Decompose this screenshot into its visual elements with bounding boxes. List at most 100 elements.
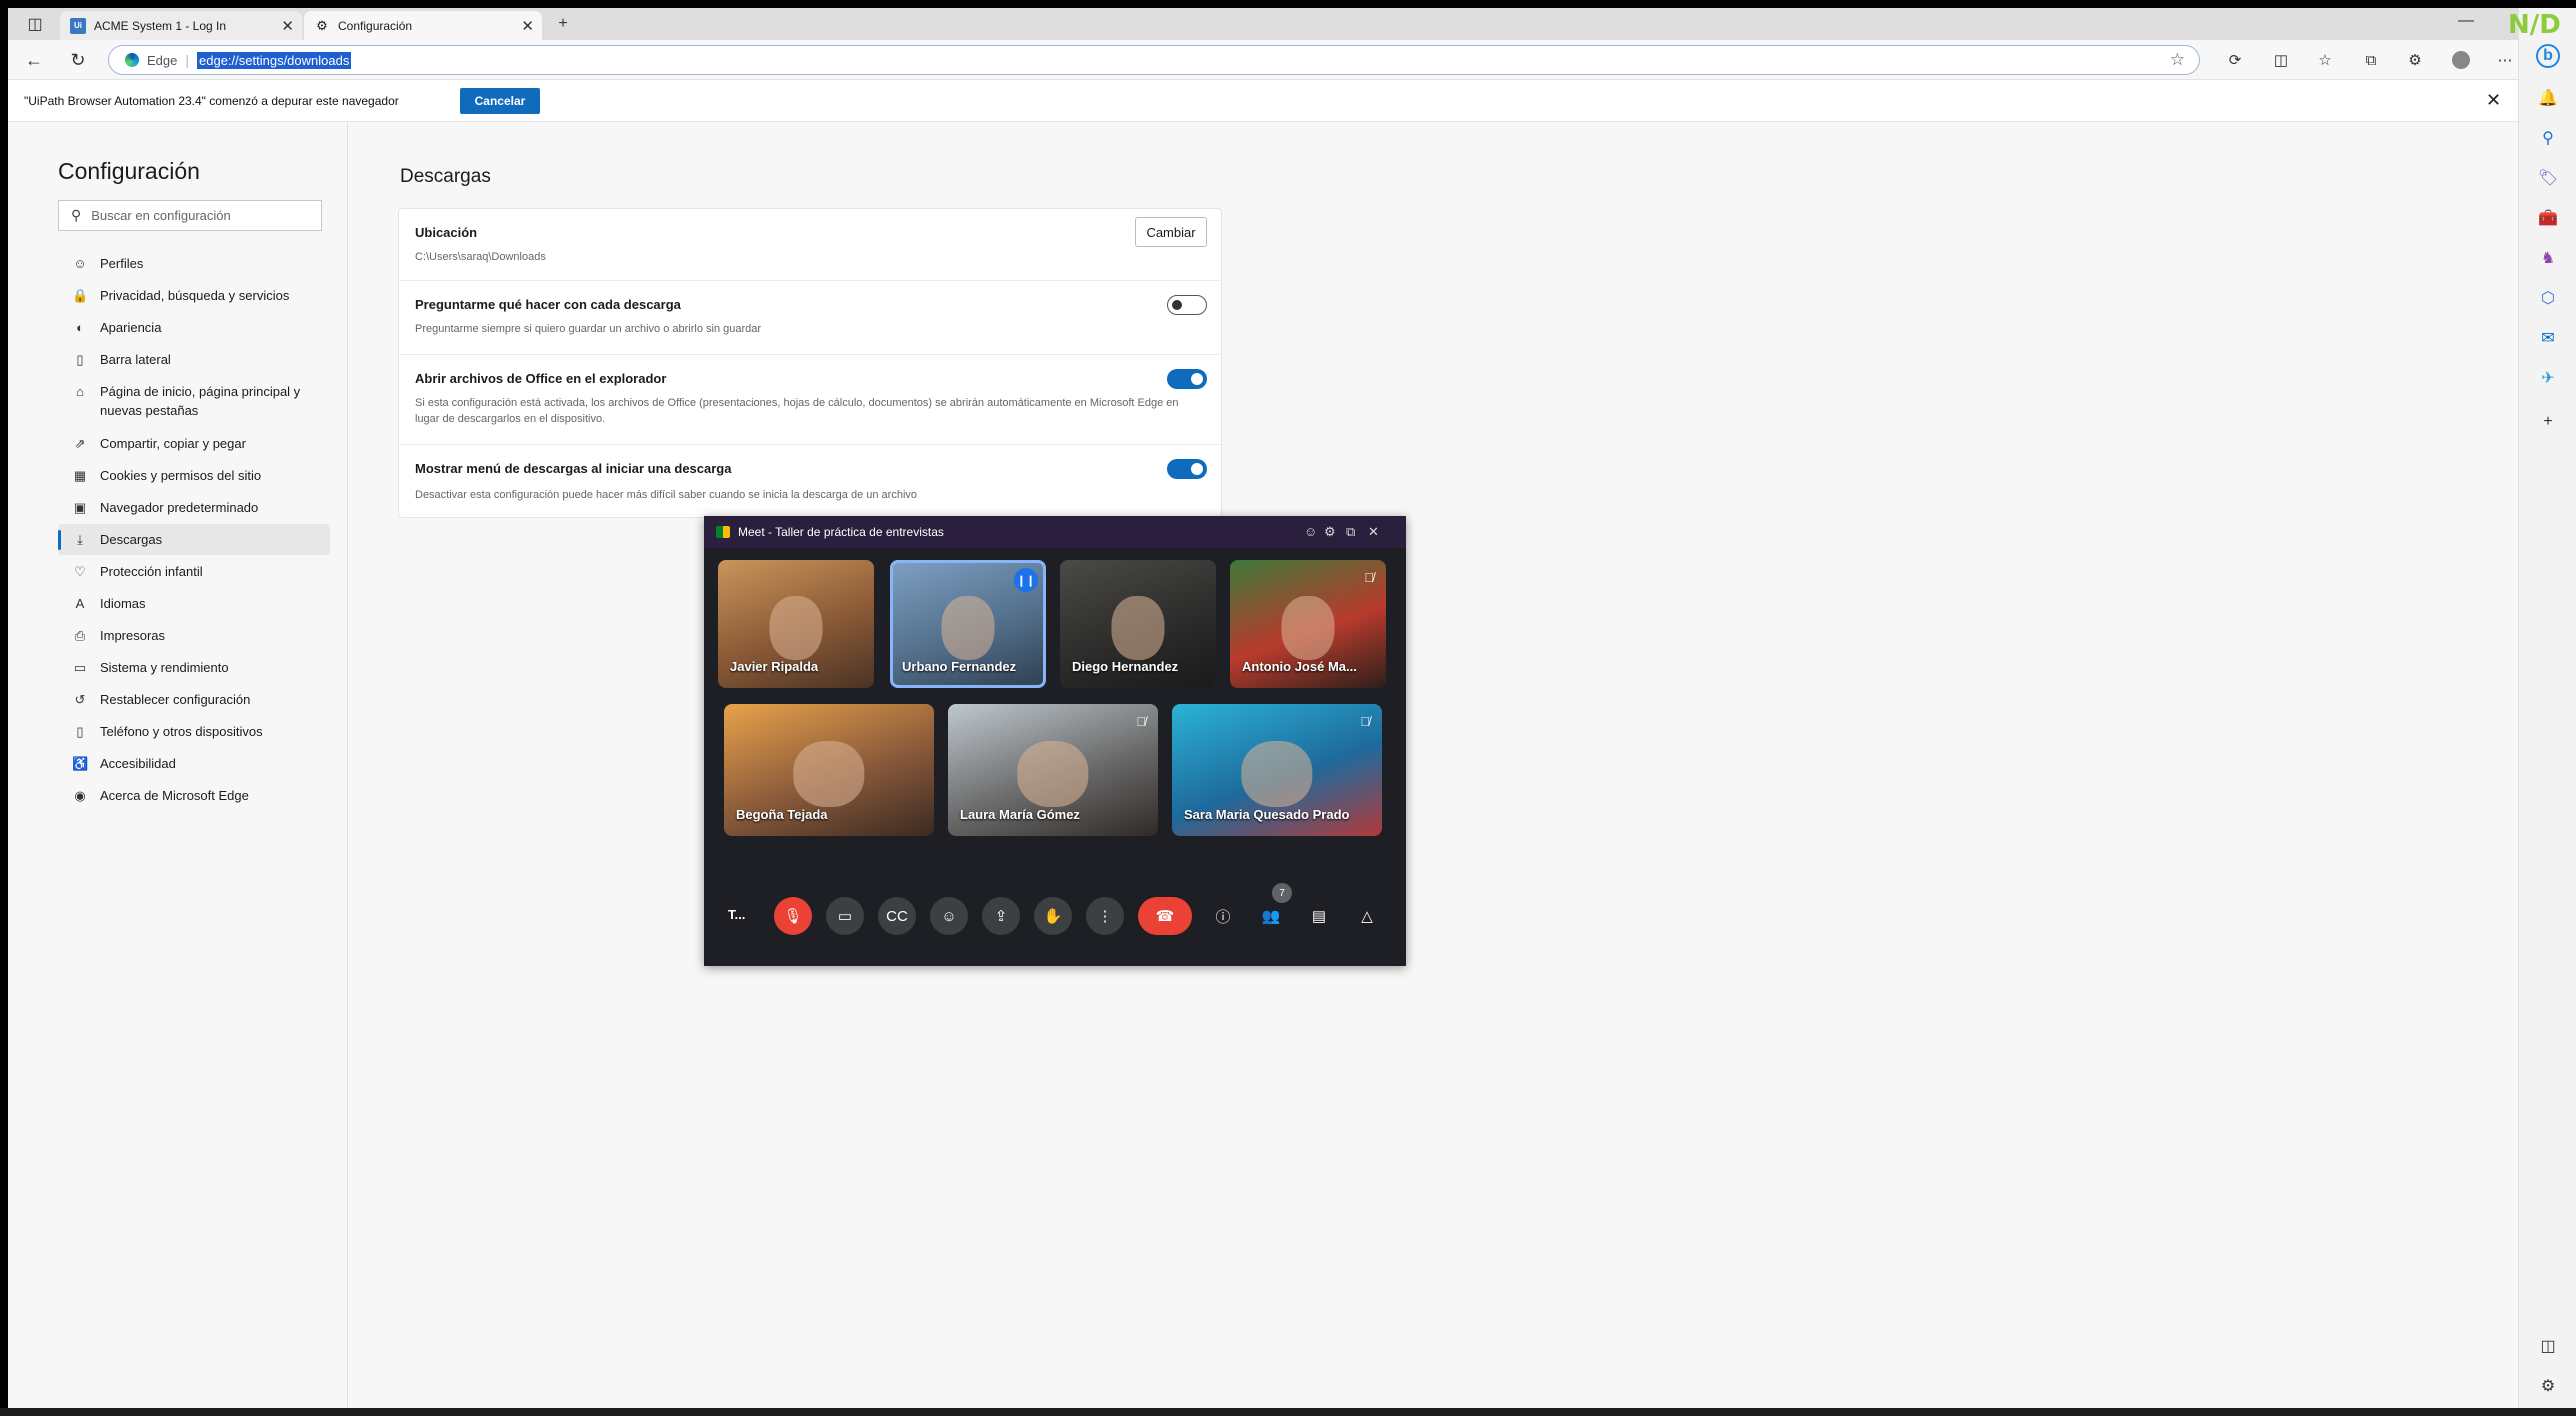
ask-download-toggle[interactable] [1167, 295, 1207, 315]
settings-gear-icon[interactable]: ⚙ [1324, 524, 1336, 540]
row-title: Preguntarme qué hacer con cada descarga [415, 297, 681, 312]
url-text[interactable]: edge://settings/downloads [197, 51, 352, 69]
profile-avatar-icon[interactable] [2450, 49, 2472, 71]
raise-hand-icon[interactable]: ✋ [1034, 897, 1072, 935]
nav-item-label: Página de inicio, página principal y nue… [100, 384, 301, 418]
shopping-tag-icon[interactable]: 🏷 [2536, 166, 2560, 190]
nav-item-label: Cookies y permisos del sitio [100, 468, 262, 483]
chat-icon[interactable]: ▤ [1300, 897, 1338, 935]
participant-video [793, 740, 865, 807]
activities-icon[interactable]: △ [1348, 897, 1386, 935]
nav-item-sidebar[interactable]: ▯ Barra lateral [58, 344, 330, 375]
nav-item-family[interactable]: ♡ Protección infantil [58, 556, 330, 587]
search-icon[interactable]: ⚲ [2536, 126, 2560, 150]
nav-item-phone[interactable]: ▯ Teléfono y otros dispositivos [58, 716, 330, 747]
nav-item-label: Protección infantil [100, 564, 203, 579]
ui-icon: Ui [70, 17, 86, 34]
downloads-card: Ubicación C:\Users\saraq\Downloads Cambi… [398, 208, 1222, 518]
close-icon[interactable]: ✕ [281, 17, 294, 35]
browser-icon: ▣ [73, 500, 87, 515]
emoji-icon[interactable]: ☺ [1304, 524, 1317, 539]
hangup-button[interactable]: ☎ [1138, 897, 1192, 935]
nav-item-reset[interactable]: ↺ Restablecer configuración [58, 684, 330, 715]
search-icon: ⚲ [71, 207, 82, 223]
row-desc: Si esta configuración está activada, los… [415, 397, 1179, 425]
participant-tile[interactable]: Diego Hernandez [1060, 560, 1216, 688]
downloads-menu-toggle[interactable] [1167, 459, 1207, 479]
emoji-reaction-icon[interactable]: ☺ [930, 897, 968, 935]
office-icon[interactable]: ⬡ [2536, 286, 2560, 310]
row-desc: Preguntarme siempre si quiero guardar un… [415, 323, 762, 335]
tab-acme[interactable]: Ui ACME System 1 - Log In ✕ [60, 11, 302, 40]
nav-item-palette[interactable]: ◐ Apariencia [58, 312, 330, 343]
new-tab-icon[interactable]: + [550, 12, 576, 36]
more-menu-icon[interactable]: ⋯ [2494, 49, 2516, 71]
games-icon[interactable]: ♞ [2536, 246, 2560, 270]
participant-name: Sara Maria Quesado Prado [1184, 807, 1350, 822]
nav-item-label: Privacidad, búsqueda y servicios [100, 288, 290, 303]
tools-icon[interactable]: 🧰 [2536, 206, 2560, 230]
nav-item-edge[interactable]: ◉ Acerca de Microsoft Edge [58, 780, 330, 811]
tab-configuracion[interactable]: ⚙ Configuración ✕ [304, 11, 542, 40]
refresh-icon[interactable]: ↻ [64, 47, 92, 73]
office-files-toggle[interactable] [1167, 369, 1207, 389]
split-screen-icon[interactable]: ◫ [2270, 49, 2292, 71]
nav-item-browser[interactable]: ▣ Navegador predeterminado [58, 492, 330, 523]
nav-item-home[interactable]: ⌂ Página de inicio, página principal y nu… [58, 376, 330, 426]
close-icon[interactable]: ✕ [1368, 524, 1379, 540]
minimize-icon[interactable]: — [2458, 12, 2474, 30]
nav-item-label: Teléfono y otros dispositivos [100, 724, 263, 739]
favorites-icon[interactable]: ☆ [2314, 49, 2336, 71]
add-icon[interactable]: + [2536, 410, 2560, 434]
info-icon[interactable]: ⓘ [1204, 897, 1242, 935]
participant-tile[interactable]: Begoña Tejada [724, 704, 934, 836]
captions-icon[interactable]: CC [878, 897, 916, 935]
outlook-icon[interactable]: ✉ [2536, 326, 2560, 350]
more-options-icon[interactable]: ⋮ [1086, 897, 1124, 935]
participant-tile[interactable]: Sara Maria Quesado Prado 🎙̸ [1172, 704, 1382, 836]
mic-off-icon[interactable]: 🎙 [774, 897, 812, 935]
mic-muted-icon: 🎙̸ [1136, 714, 1146, 729]
collections-icon[interactable]: ⧉ [2360, 49, 2382, 71]
nav-item-download[interactable]: ⤓ Descargas [58, 524, 330, 555]
participant-tile[interactable]: Laura María Gómez 🎙̸ [948, 704, 1158, 836]
nav-item-cookie[interactable]: ▦ Cookies y permisos del sitio [58, 460, 330, 491]
nav-item-profile[interactable]: ☺ Perfiles [58, 248, 330, 279]
participant-name: Laura María Gómez [960, 807, 1080, 822]
present-screen-icon[interactable]: ⇪ [982, 897, 1020, 935]
bing-chat-icon[interactable]: b [2536, 44, 2560, 68]
nav-item-label: Acerca de Microsoft Edge [100, 788, 249, 803]
tab-actions-icon[interactable]: ◫ [22, 12, 48, 36]
settings-nav: Configuración ⚲ Buscar en configuración … [8, 122, 348, 1408]
participant-tile[interactable]: Antonio José Ma... 🎙̸ [1230, 560, 1386, 688]
change-button[interactable]: Cambiar [1135, 217, 1207, 247]
popout-icon[interactable]: ⧉ [1346, 524, 1355, 540]
camera-icon[interactable]: ▭ [826, 897, 864, 935]
nav-item-printer[interactable]: ⎙ Impresoras [58, 620, 330, 651]
favorite-star-icon[interactable]: ☆ [2170, 50, 2185, 70]
notifications-bell-icon[interactable]: 🔔 [2536, 86, 2560, 110]
nav-item-label: Perfiles [100, 256, 144, 271]
omnibox[interactable]: Edge | edge://settings/downloads ☆ [108, 45, 2200, 75]
nav-item-share[interactable]: ⇗ Compartir, copiar y pegar [58, 428, 330, 459]
meet-pip-window[interactable]: Meet - Taller de práctica de entrevistas… [704, 516, 1406, 966]
sidebar-settings-icon[interactable]: ⚙ [2536, 1374, 2560, 1398]
close-icon[interactable]: ✕ [521, 17, 534, 35]
nav-item-accessibility[interactable]: ♿ Accesibilidad [58, 748, 330, 779]
participant-tile[interactable]: Urbano Fernandez ❙❙ [890, 560, 1046, 688]
extension-uipath-icon[interactable]: ⚙ [2404, 49, 2426, 71]
participant-tile[interactable]: Javier Ripalda [718, 560, 874, 688]
extensions-icon[interactable]: ⟳ [2224, 49, 2246, 71]
nav-item-lock[interactable]: 🔒 Privacidad, búsqueda y servicios [58, 280, 330, 311]
tab-label: Configuración [338, 18, 413, 33]
settings-search-input[interactable]: ⚲ Buscar en configuración [58, 200, 322, 231]
back-icon[interactable]: ← [20, 47, 48, 73]
drop-icon[interactable]: ✈ [2536, 366, 2560, 390]
nav-item-laptop[interactable]: ▭ Sistema y rendimiento [58, 652, 330, 683]
sidebar-toggle-icon[interactable]: ◫ [2536, 1334, 2560, 1358]
home-icon: ⌂ [76, 384, 84, 399]
cancel-button[interactable]: Cancelar [460, 88, 540, 114]
nav-item-language[interactable]: A Idiomas [58, 588, 330, 619]
lock-icon: 🔒 [72, 288, 89, 303]
close-icon[interactable]: ✕ [2486, 90, 2501, 111]
